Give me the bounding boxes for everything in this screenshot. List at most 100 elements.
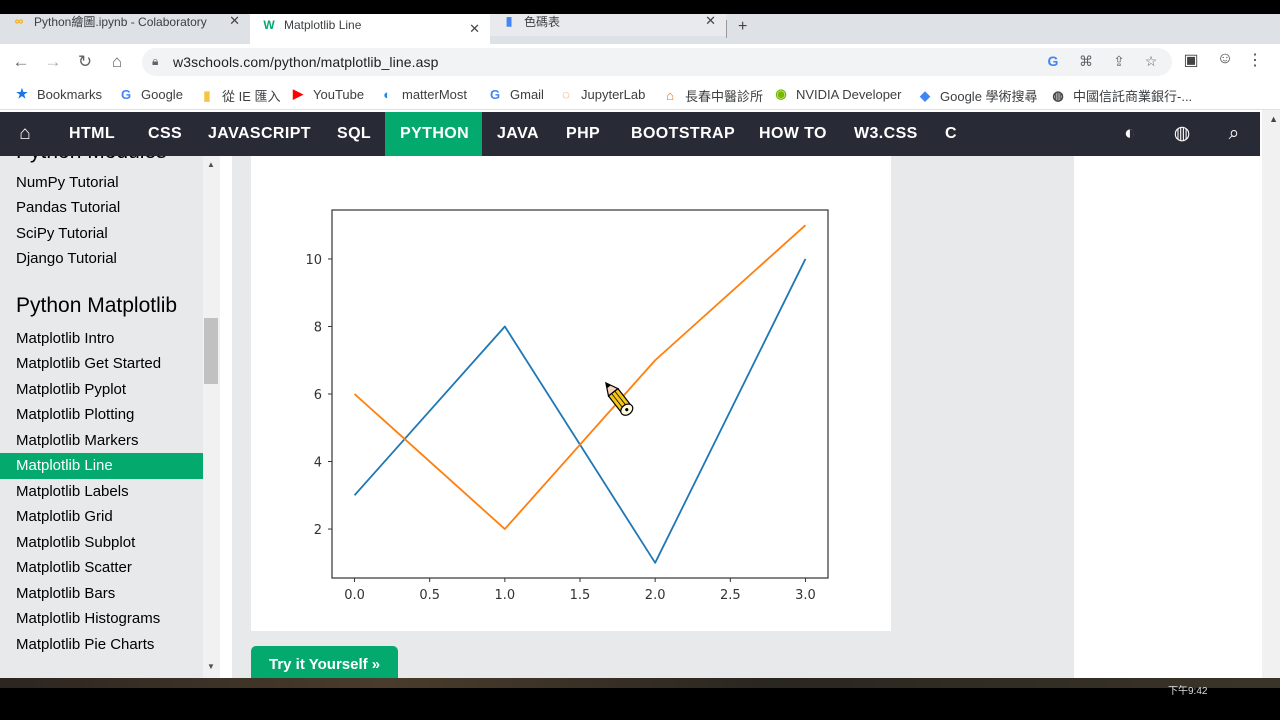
nav-c[interactable]: C (930, 112, 972, 156)
scroll-up-arrow-icon[interactable]: ▲ (1269, 114, 1278, 124)
sidebar-scrollbar-thumb[interactable] (204, 318, 218, 384)
globe-icon[interactable]: ◍ (1167, 112, 1197, 156)
youtube-icon: ▶ (293, 86, 303, 101)
search-icon[interactable]: ⌕ (1219, 112, 1249, 156)
bookmark-youtube[interactable]: ▶ YouTube (290, 86, 364, 102)
address-bar[interactable]: 🔒︎ w3schools.com/python/matplotlib_line.… (142, 48, 1172, 76)
sidebar-item-pie-charts[interactable]: Matplotlib Pie Charts (0, 632, 203, 658)
x-tick-label: 3.0 (795, 588, 816, 603)
nav-how-to[interactable]: HOW TO (744, 112, 842, 156)
back-icon[interactable]: ← (9, 50, 33, 74)
nav-bootstrap[interactable]: BOOTSTRAP (616, 112, 750, 156)
new-tab-button[interactable]: + (738, 18, 747, 36)
tab-color-table[interactable]: ▮ 色碼表 ✕ (490, 14, 726, 36)
y-tick-label: 4 (314, 456, 322, 471)
tab-colab[interactable]: ∞ Python繪圖.ipynb - Colaboratory ✕ (0, 14, 250, 36)
forward-icon[interactable]: → (41, 50, 65, 74)
bookmark-gmail[interactable]: G Gmail (487, 86, 544, 102)
reload-icon[interactable]: ↻ (73, 50, 97, 74)
sidebar-item-intro[interactable]: Matplotlib Intro (0, 326, 203, 352)
sidebar-item-scipy[interactable]: SciPy Tutorial (0, 221, 203, 247)
sidebar-item-pandas[interactable]: Pandas Tutorial (0, 195, 203, 221)
sidebar-item-grid[interactable]: Matplotlib Grid (0, 504, 203, 530)
sidebar-item-pyplot[interactable]: Matplotlib Pyplot (0, 377, 203, 403)
y-tick-label: 2 (314, 523, 322, 538)
y-tick-label: 6 (314, 388, 322, 403)
bookmark-star-icon[interactable]: ☆ (1141, 53, 1161, 70)
bookmark-label: 中國信託商業銀行-... (1073, 89, 1193, 104)
taskbar: 下午9:42 (0, 678, 1280, 720)
translate-icon[interactable]: ⌘ (1076, 53, 1096, 70)
right-panel (1087, 156, 1260, 678)
sidebar-item-numpy[interactable]: NumPy Tutorial (0, 170, 203, 196)
close-icon[interactable]: ✕ (469, 21, 480, 37)
try-it-yourself-button[interactable]: Try it Yourself » (251, 646, 399, 678)
star-icon: ★ (16, 86, 28, 101)
sidebar-item-subplot[interactable]: Matplotlib Subplot (0, 530, 203, 556)
sidebar-item-django[interactable]: Django Tutorial (0, 246, 203, 272)
y-tick-label: 10 (305, 253, 322, 268)
menu-icon[interactable]: ⋮ (1244, 50, 1266, 70)
bookmark-google[interactable]: G Google (118, 86, 183, 102)
bookmark-mattermost[interactable]: ◐ matterMost (379, 86, 467, 102)
bookmark-nvidia[interactable]: ◉ NVIDIA Developer (773, 86, 901, 102)
web-page: Python Modules NumPy Tutorial Pandas Tut… (0, 110, 1280, 678)
bookmark-label: 長春中醫診所 (685, 89, 764, 104)
series-line-y1 (353, 258, 807, 564)
home-icon[interactable]: ⌂ (105, 50, 129, 74)
sidebar-item-scatter[interactable]: Matplotlib Scatter (0, 555, 203, 581)
x-tick-label: 0.0 (344, 588, 365, 603)
series-line-y2 (353, 224, 807, 530)
bookmark-label: Gmail (510, 86, 544, 102)
scroll-down-arrow-icon[interactable]: ▼ (207, 662, 215, 671)
bookmark-google-scholar[interactable]: ◆ Google 學術搜尋 (917, 86, 1038, 105)
screen: ∞ Python繪圖.ipynb - Colaboratory ✕ W Matp… (0, 0, 1280, 720)
nav-python[interactable]: PYTHON (385, 112, 482, 156)
globe-icon: ◍ (1052, 87, 1064, 103)
bookmark-ctbc[interactable]: ◍ 中國信託商業銀行-... (1050, 86, 1192, 105)
close-icon[interactable]: ✕ (705, 14, 716, 29)
nav-php[interactable]: PHP (551, 112, 615, 156)
bookmark-bookmarks[interactable]: ★ Bookmarks (14, 86, 102, 102)
nav-w3css[interactable]: W3.CSS (839, 112, 933, 156)
nav-javascript[interactable]: JAVASCRIPT (193, 112, 326, 156)
nav-sql[interactable]: SQL (322, 112, 386, 156)
share-icon[interactable]: ⇪ (1109, 53, 1129, 70)
google-lens-icon[interactable]: G (1043, 53, 1063, 69)
top-navigation: ⌂ HTML CSS JAVASCRIPT SQL PYTHON JAVA PH… (0, 112, 1260, 156)
bookmark-label: matterMost (402, 86, 468, 102)
close-icon[interactable]: ✕ (229, 14, 240, 29)
dark-mode-icon[interactable]: ◐ (1115, 112, 1145, 156)
mattermost-icon: ◐ (383, 86, 391, 102)
example-figure: 0.0 0.5 1.0 1.5 2.0 2.5 3.0 2 4 6 8 10 (251, 156, 891, 631)
side-panel-icon[interactable]: ▣ (1180, 50, 1202, 70)
sidebar-item-labels[interactable]: Matplotlib Labels (0, 479, 203, 505)
sidebar-item-histograms[interactable]: Matplotlib Histograms (0, 606, 203, 632)
sidebar-item-markers[interactable]: Matplotlib Markers (0, 428, 203, 454)
sidebar-scrollbar[interactable]: ▲ ▼ (203, 156, 220, 678)
bookmarks-bar: ★ Bookmarks G Google ▮ 從 IE 匯入 ▶ YouTube… (0, 80, 1280, 110)
page-scrollbar[interactable]: ▲ (1262, 110, 1280, 678)
bookmark-jupyterlab[interactable]: ◌ JupyterLab (558, 86, 645, 102)
profile-avatar[interactable]: ☺ (1214, 50, 1236, 68)
sidebar-item-bars[interactable]: Matplotlib Bars (0, 581, 203, 607)
tab-strip: ∞ Python繪圖.ipynb - Colaboratory ✕ W Matp… (0, 14, 1280, 44)
google-icon: G (120, 86, 132, 102)
tab-matplotlib-line[interactable]: W Matplotlib Line ✕ (250, 14, 490, 44)
taskbar-clock: 下午9:42 (1168, 686, 1208, 697)
sidebar-item-plotting[interactable]: Matplotlib Plotting (0, 402, 203, 428)
nav-html[interactable]: HTML (54, 112, 130, 156)
taskbar-strip (0, 678, 1280, 688)
x-tick-label: 0.5 (419, 588, 440, 603)
bookmark-ie-import[interactable]: ▮ 從 IE 匯入 (199, 86, 280, 105)
nav-java[interactable]: JAVA (482, 112, 554, 156)
scroll-up-arrow-icon[interactable]: ▲ (207, 160, 215, 169)
bookmark-clinic[interactable]: ⌂ 長春中醫診所 (662, 86, 763, 105)
nav-css[interactable]: CSS (133, 112, 197, 156)
sidebar-item-get-started[interactable]: Matplotlib Get Started (0, 351, 203, 377)
y-tick-label: 8 (314, 320, 322, 335)
x-tick-label: 2.0 (645, 588, 666, 603)
jupyter-icon: ◌ (562, 86, 570, 102)
home-icon[interactable]: ⌂ (10, 112, 40, 156)
sidebar-item-line[interactable]: Matplotlib Line (0, 453, 203, 479)
